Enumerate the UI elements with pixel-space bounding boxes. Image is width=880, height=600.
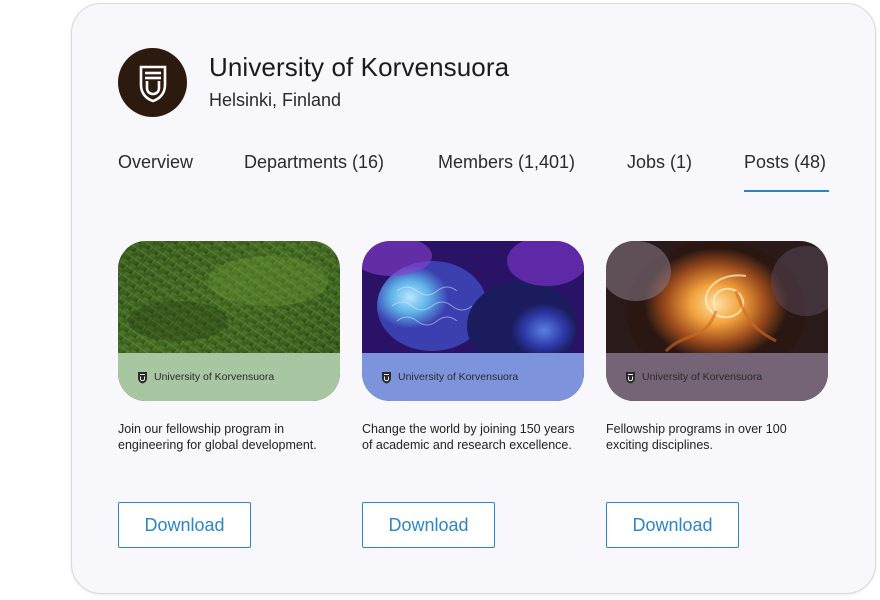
active-tab-indicator: [744, 190, 829, 192]
post-image-fire[interactable]: University of Korvensuora: [606, 241, 828, 401]
org-name: University of Korvensuora: [209, 52, 510, 82]
shield-icon: [137, 371, 148, 384]
post-description: Join our fellowship program in engineeri…: [118, 422, 317, 452]
tab-posts[interactable]: Posts (48): [744, 152, 826, 173]
download-button[interactable]: Download: [606, 502, 739, 548]
shield-icon: [139, 65, 166, 102]
tab-departments[interactable]: Departments (16): [244, 152, 384, 173]
tab-members[interactable]: Members (1,401): [438, 152, 575, 173]
post-band: University of Korvensuora: [362, 353, 584, 401]
post-image-coral[interactable]: University of Korvensuora: [362, 241, 584, 401]
post-band-label: University of Korvensuora: [154, 371, 275, 383]
post-band-label: University of Korvensuora: [398, 371, 519, 383]
post-description: Fellowship programs in over 100 exciting…: [606, 422, 787, 452]
post-band: University of Korvensuora: [606, 353, 828, 401]
shield-icon: [381, 371, 392, 384]
post-band: University of Korvensuora: [118, 353, 340, 401]
download-button[interactable]: Download: [118, 502, 251, 548]
tab-overview[interactable]: Overview: [118, 152, 193, 173]
post-image-moss[interactable]: University of Korvensuora: [118, 241, 340, 401]
post-description: Change the world by joining 150 years of…: [362, 422, 575, 452]
shield-icon: [625, 371, 636, 384]
university-logo: [118, 48, 187, 117]
tab-jobs[interactable]: Jobs (1): [627, 152, 692, 173]
post-band-label: University of Korvensuora: [642, 371, 763, 383]
org-location: Helsinki, Finland: [209, 90, 342, 110]
download-button[interactable]: Download: [362, 502, 495, 548]
